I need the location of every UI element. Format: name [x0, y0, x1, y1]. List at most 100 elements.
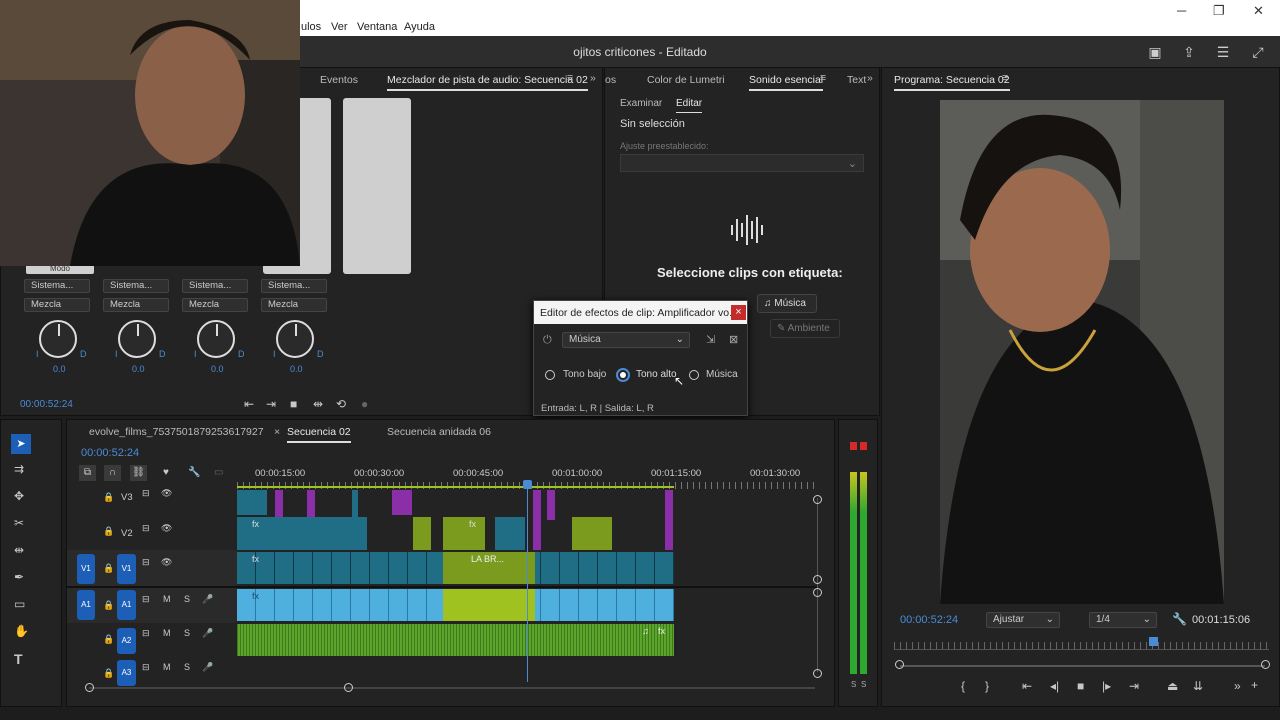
tab-events[interactable]: Eventos — [320, 74, 358, 86]
home-icon[interactable]: ▣ — [1147, 44, 1163, 60]
track-target-a2[interactable]: A2 — [117, 628, 136, 654]
video-clip[interactable] — [572, 517, 612, 550]
video-clip[interactable] — [352, 490, 358, 520]
captions-icon[interactable]: ▭ — [214, 467, 223, 478]
mark-out-icon[interactable]: } — [985, 679, 989, 693]
toggle-sync-icon[interactable]: ⊟ — [142, 557, 150, 568]
lock-icon[interactable]: 🔒 — [103, 668, 114, 679]
mixer-timecode[interactable]: 00:00:52:24 — [20, 399, 73, 410]
resolution-dropdown[interactable]: 1/4 ⌄ — [1089, 612, 1157, 628]
lock-icon[interactable]: 🔒 — [103, 526, 114, 537]
playhead-line[interactable] — [527, 482, 528, 682]
eye-icon[interactable]: 👁 — [161, 523, 172, 534]
pen-icon[interactable]: ✒ — [14, 570, 24, 584]
tab-audio-mixer[interactable]: Mezclador de pista de audio: Secuencia 0… — [387, 74, 588, 91]
timeline-timecode[interactable]: 00:00:52:24 — [81, 447, 139, 459]
nest-icon[interactable]: ⧉ — [79, 465, 96, 481]
eye-icon[interactable]: 👁 — [161, 557, 172, 568]
go-to-in-icon[interactable]: ⇤ — [244, 397, 254, 411]
work-area-bar[interactable] — [237, 486, 674, 488]
fader-strip[interactable] — [343, 98, 411, 274]
radio-button-selected[interactable] — [616, 368, 630, 382]
program-ruler[interactable] — [894, 642, 1269, 650]
solo-left-label[interactable]: S — [851, 680, 856, 689]
mix-dropdown[interactable]: Mezcla — [182, 298, 248, 312]
playhead-marker[interactable] — [1149, 637, 1158, 646]
tab-close-icon[interactable]: × — [274, 426, 280, 438]
slip-icon[interactable]: ⇹ — [14, 543, 24, 557]
extract-icon[interactable]: ⇊ — [1193, 679, 1203, 693]
video-clip[interactable]: fx — [237, 517, 367, 550]
lock-icon[interactable]: 🔒 — [103, 600, 114, 611]
toggle-sync-icon[interactable]: ⊟ — [142, 523, 150, 534]
tab-edit[interactable]: Editar — [676, 98, 703, 113]
tab-program[interactable]: Programa: Secuencia 02 — [894, 74, 1010, 91]
output-dropdown[interactable]: Sistema... — [103, 279, 169, 293]
lock-icon[interactable]: 🔒 — [103, 634, 114, 645]
pan-knob[interactable] — [197, 320, 235, 358]
music-tag-button[interactable]: ♫ Música — [757, 294, 817, 313]
solo-button[interactable]: S — [184, 594, 190, 604]
mix-dropdown[interactable]: Mezcla — [261, 298, 327, 312]
toggle-sync-icon[interactable]: ⊟ — [142, 488, 150, 499]
hand-icon[interactable]: ✋ — [14, 624, 29, 638]
zoom-scrollbar[interactable] — [900, 665, 1265, 667]
output-dropdown[interactable]: Sistema... — [24, 279, 90, 293]
clips-area[interactable]: fx fx fx LA BR... fx ♫ fx — [237, 490, 674, 656]
stop-icon[interactable]: ■ — [1077, 679, 1084, 693]
radio-button[interactable] — [689, 370, 699, 380]
tab-essential-sound[interactable]: Sonido esencial — [749, 74, 824, 91]
zoom-dropdown[interactable]: Ajustar ⌄ — [986, 612, 1060, 628]
track-target-a1[interactable]: A1 — [117, 590, 136, 620]
lift-icon[interactable]: ⏏ — [1167, 679, 1178, 693]
pan-knob[interactable] — [118, 320, 156, 358]
more-tabs-icon[interactable]: » — [590, 72, 596, 84]
video-clip[interactable] — [413, 517, 431, 550]
share-icon[interactable]: ⇪ — [1181, 44, 1197, 60]
program-video-frame[interactable] — [940, 100, 1224, 604]
toggle-sync-icon[interactable]: ⊟ — [142, 628, 150, 639]
go-to-out-icon[interactable]: ⇥ — [1129, 679, 1139, 693]
track-select-icon[interactable]: ⇉ — [14, 462, 24, 476]
tab-nested-sequence[interactable]: Secuencia anidada 06 — [387, 426, 491, 438]
audio-clip-a1[interactable]: fx — [237, 589, 674, 621]
menu-item-help[interactable]: Ayuda — [404, 21, 435, 33]
snap-icon[interactable]: ∩ — [104, 465, 121, 481]
preset-dropdown[interactable]: ⌄ — [620, 154, 864, 172]
clip-indicator[interactable] — [860, 442, 867, 450]
dialog-close-button[interactable]: × — [731, 305, 746, 320]
marker-icon[interactable]: ♥ — [163, 467, 169, 478]
loop-icon[interactable]: ⟲ — [336, 397, 346, 411]
mute-button[interactable]: M — [163, 662, 171, 672]
ambient-tag-button[interactable]: ✎ Ambiente — [770, 319, 840, 338]
rectangle-icon[interactable]: ▭ — [14, 597, 25, 611]
source-patch-v1[interactable]: V1 — [77, 554, 95, 584]
scroll-handle-right[interactable] — [1261, 660, 1270, 669]
output-dropdown[interactable]: Sistema... — [182, 279, 248, 293]
tab-sequence-evolve[interactable]: evolve_films_7537501879253617927 — [89, 426, 264, 438]
vertical-scrollbar[interactable] — [817, 498, 818, 672]
video-clip[interactable] — [495, 517, 525, 550]
solo-button[interactable]: S — [184, 662, 190, 672]
nested-audio-clip[interactable] — [443, 589, 535, 621]
clip-indicator[interactable] — [850, 442, 857, 450]
wrench-icon[interactable]: 🔧 — [188, 467, 200, 478]
video-clip[interactable] — [392, 490, 412, 515]
power-icon[interactable]: ⏻ — [543, 334, 552, 347]
tab-text[interactable]: Text — [847, 74, 866, 86]
preset-dropdown[interactable]: Música ⌄ — [562, 332, 690, 348]
wrench-icon[interactable]: 🔧 — [1172, 612, 1187, 626]
track-target-a3[interactable]: A3 — [117, 660, 136, 686]
solo-right-label[interactable]: S — [861, 680, 866, 689]
tab-browse[interactable]: Examinar — [620, 98, 662, 109]
scroll-handle[interactable] — [813, 495, 822, 504]
ripple-edit-icon[interactable]: ✥ — [14, 489, 24, 503]
video-clip[interactable]: fx — [443, 517, 485, 550]
scroll-handle-left[interactable] — [895, 660, 904, 669]
lock-icon[interactable]: 🔒 — [103, 563, 114, 574]
tab-lumetri-color[interactable]: Color de Lumetri — [647, 74, 725, 86]
maximize-button[interactable]: ❐ — [1213, 3, 1225, 19]
type-tool-icon[interactable]: T — [14, 651, 23, 667]
scroll-handle[interactable] — [813, 575, 822, 584]
stop-icon[interactable]: ■ — [290, 397, 297, 411]
